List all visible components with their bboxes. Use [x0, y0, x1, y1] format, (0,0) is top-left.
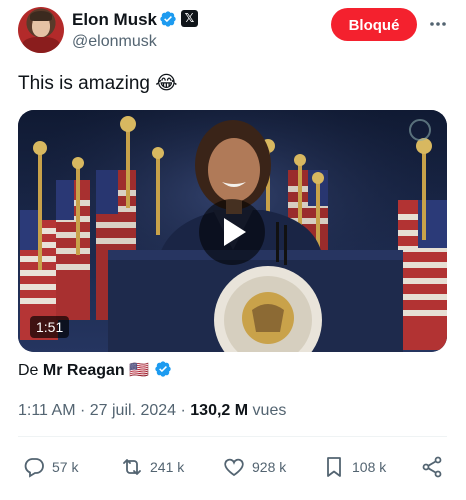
reply-button[interactable]: 57 k	[22, 455, 78, 479]
bookmark-icon	[327, 457, 341, 477]
verified-badge-icon	[160, 11, 176, 27]
views-label: vues	[252, 402, 287, 419]
heart-icon	[224, 458, 244, 477]
us-flag-icon: 🇺🇸	[129, 362, 150, 379]
tweet-date[interactable]: 27 juil. 2024	[90, 402, 176, 419]
bookmark-button[interactable]: 108 k	[322, 455, 386, 479]
like-button[interactable]: 928 k	[222, 455, 286, 479]
avatar[interactable]	[18, 7, 64, 53]
tweet-time[interactable]: 1:11 AM	[18, 402, 76, 419]
x-affiliate-badge-icon: 𝕏	[181, 10, 198, 27]
author-name[interactable]: Elon Musk	[72, 10, 157, 30]
retweet-count: 241 k	[150, 459, 185, 475]
blocked-button[interactable]: Bloqué	[331, 8, 417, 41]
source-verified-badge-icon	[154, 361, 171, 377]
retweet-button[interactable]: 241 k	[120, 455, 184, 479]
play-icon	[224, 218, 246, 246]
like-count: 928 k	[252, 459, 287, 475]
author-handle[interactable]: @elonmusk	[72, 33, 157, 51]
retweet-icon	[123, 459, 141, 475]
play-button[interactable]	[199, 199, 265, 265]
bookmark-count: 108 k	[352, 459, 387, 475]
tweet-meta: 1:11 AM · 27 juil. 2024 · 130,2 M vues	[18, 402, 286, 420]
separator: ·	[180, 402, 186, 419]
video-duration: 1:51	[30, 316, 70, 338]
share-button[interactable]	[420, 455, 444, 479]
source-prefix: De	[18, 362, 39, 379]
video-source[interactable]: De Mr Reagan 🇺🇸	[18, 360, 172, 380]
reply-icon	[24, 458, 44, 478]
tweet-text: This is amazing 😂	[18, 73, 178, 94]
divider	[18, 436, 447, 437]
more-options-icon[interactable]	[428, 14, 448, 34]
source-name[interactable]: Mr Reagan	[43, 362, 125, 379]
separator: ·	[79, 402, 86, 419]
views-count: 130,2 M	[190, 402, 249, 419]
reply-count: 57 k	[52, 459, 79, 475]
share-icon	[422, 456, 442, 478]
